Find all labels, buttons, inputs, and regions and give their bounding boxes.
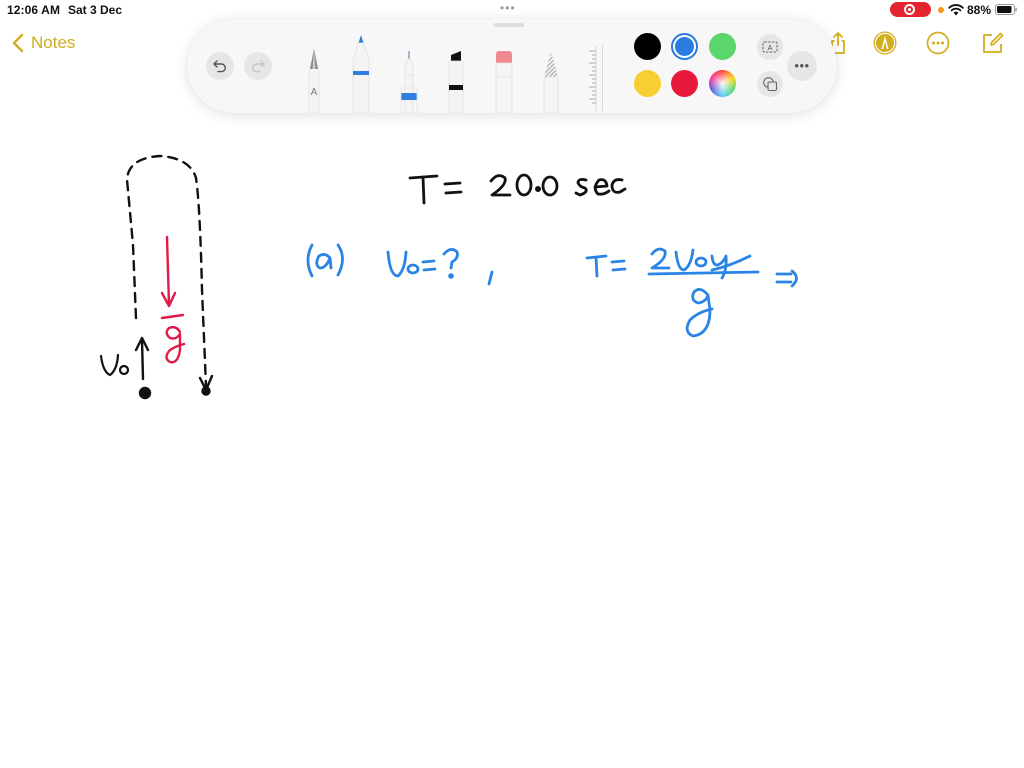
svg-text:A: A	[767, 43, 772, 52]
status-date: Sat 3 Dec	[68, 3, 123, 17]
battery-percent: 88%	[967, 3, 992, 17]
battery-icon	[995, 4, 1017, 15]
status-time: 12:06 AM	[7, 3, 61, 17]
markup-pen-icon[interactable]	[872, 30, 898, 56]
back-label: Notes	[31, 33, 76, 52]
screen-recording-indicator[interactable]	[890, 2, 931, 17]
compose-icon[interactable]	[980, 30, 1006, 56]
color-swatch-black[interactable]	[634, 33, 661, 60]
color-swatch-yellow[interactable]	[634, 70, 661, 97]
palette-divider	[602, 45, 603, 111]
pen-tool[interactable]	[350, 33, 372, 113]
privacy-indicator-dot	[938, 7, 944, 13]
monoline-pen-tool[interactable]: A	[303, 43, 325, 113]
color-swatch-blue[interactable]	[671, 33, 698, 60]
wifi-icon	[948, 4, 964, 16]
status-bar: 12:06 AM Sat 3 Dec ••• 88%	[0, 0, 1024, 20]
fineliner-tool[interactable]	[398, 43, 420, 113]
initial-velocity-arrow	[134, 336, 152, 400]
part-a-equation	[306, 243, 798, 338]
screen-recording-icon	[904, 4, 915, 15]
marker-tool[interactable]	[445, 43, 467, 113]
ruler-tool[interactable]	[583, 46, 597, 111]
more-icon[interactable]	[925, 30, 951, 56]
shapes-icon	[763, 77, 778, 92]
trajectory-sketch	[125, 154, 214, 396]
color-swatch-red[interactable]	[671, 70, 698, 97]
more-dots-icon: •••	[794, 58, 810, 73]
initial-velocity-label	[99, 353, 130, 377]
shapes-button[interactable]	[757, 71, 783, 97]
palette-drag-handle[interactable]	[494, 23, 524, 27]
redo-button[interactable]	[244, 52, 272, 80]
tool-palette: A A •••	[187, 19, 837, 113]
redo-icon	[252, 60, 265, 73]
undo-button[interactable]	[206, 52, 234, 80]
chevron-left-icon	[12, 33, 24, 53]
eraser-tool[interactable]	[493, 43, 515, 113]
color-picker-multicolor[interactable]	[709, 70, 736, 97]
gravity-vector	[160, 235, 186, 364]
pencil-tool[interactable]	[540, 43, 562, 113]
multitasking-dots[interactable]: •••	[500, 2, 516, 14]
text-box-icon: A	[762, 41, 778, 53]
back-to-notes-button[interactable]: Notes	[10, 31, 75, 55]
undo-icon	[213, 60, 226, 73]
note-canvas[interactable]	[0, 120, 1024, 768]
palette-more-button[interactable]: •••	[787, 51, 817, 81]
given-time-equation	[408, 173, 627, 205]
monoline-pen-label: A	[311, 87, 318, 98]
text-box-button[interactable]: A	[757, 34, 783, 60]
color-swatch-green[interactable]	[709, 33, 736, 60]
